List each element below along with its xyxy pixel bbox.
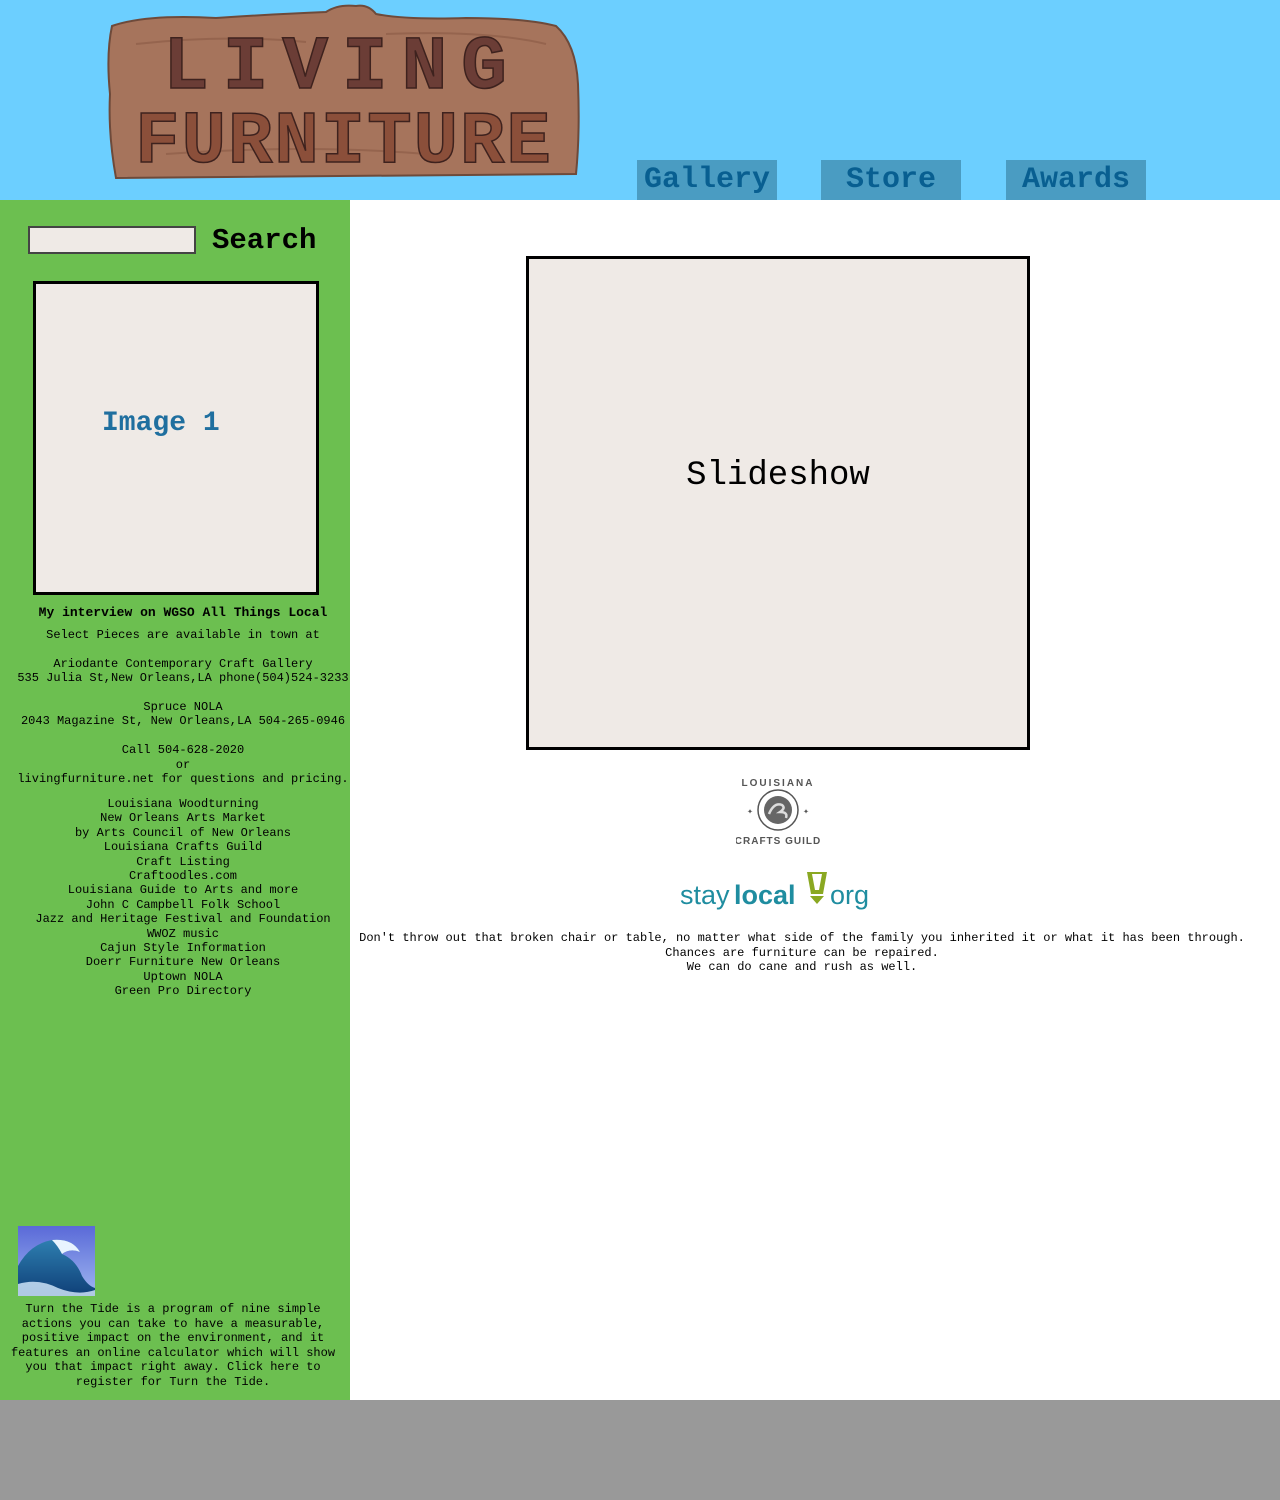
sidebar: Search Image 1 My interview on WGSO All …	[0, 200, 350, 1400]
sidebar-link[interactable]: Uptown NOLA	[0, 970, 366, 984]
slideshow-label: Slideshow	[686, 457, 870, 495]
repair-message: Don't throw out that broken chair or tab…	[350, 931, 1254, 975]
retail-info: Select Pieces are available in town at A…	[0, 628, 366, 786]
sidebar-link[interactable]: Louisiana Woodturning	[0, 797, 366, 811]
search-input[interactable]	[28, 226, 196, 254]
image-placeholder[interactable]: Image 1	[33, 281, 319, 595]
svg-text:✦: ✦	[747, 807, 753, 818]
staylocal-part3: org	[830, 880, 869, 910]
or-line: or	[175, 757, 191, 772]
website-line[interactable]: livingfurniture.net for questions and pr…	[0, 772, 366, 786]
spruce-name[interactable]: Spruce NOLA	[0, 700, 366, 714]
repair-line: Don't throw out that broken chair or tab…	[359, 931, 1245, 945]
repair-line: We can do cane and rush as well.	[686, 960, 918, 975]
sidebar-link[interactable]: Jazz and Heritage Festival and Foundatio…	[0, 912, 366, 926]
info-line-blank	[0, 686, 366, 700]
sidebar-link[interactable]: New Orleans Arts Market	[0, 811, 366, 825]
sidebar-link[interactable]: Doerr Furniture New Orleans	[0, 955, 366, 969]
guild-logo-bottom: CRAFTS GUILD	[736, 836, 820, 847]
gallery-name[interactable]: Ariodante Contemporary Craft Gallery	[0, 657, 366, 671]
sidebar-link[interactable]: Cajun Style Information	[0, 941, 366, 955]
staylocal-part1: stay	[680, 880, 730, 910]
turn-the-tide-text[interactable]: Turn the Tide is a program of nine simpl…	[10, 1302, 336, 1389]
spruce-address: 2043 Magazine St, New Orleans,LA 504-265…	[20, 714, 346, 729]
interview-link[interactable]: My interview on WGSO All Things Local	[0, 605, 366, 620]
staylocal-part2: local	[734, 880, 796, 910]
sidebar-link[interactable]: WWOZ music	[0, 927, 366, 941]
nav-store-button[interactable]: Store	[821, 160, 961, 200]
sidebar-link[interactable]: Craft Listing	[0, 855, 366, 869]
nav-awards-button[interactable]: Awards	[1006, 160, 1146, 200]
sidebar-link[interactable]: Green Pro Directory	[0, 984, 366, 998]
gallery-address: 535 Julia St,New Orleans,LA phone(504)52…	[17, 671, 349, 686]
wave-image[interactable]	[18, 1226, 95, 1296]
living-furniture-logo[interactable]: LIVING FURNITURE	[106, 4, 580, 182]
logo-line2: FURNITURE	[135, 101, 553, 182]
page-footer	[0, 1400, 1280, 1500]
logo-line1: LIVING	[163, 25, 521, 111]
staylocal-logo[interactable]: stay local org	[680, 870, 876, 914]
slideshow[interactable]: Slideshow	[526, 256, 1030, 750]
nav-gallery-button[interactable]: Gallery	[637, 160, 777, 200]
links-list: Louisiana Woodturning New Orleans Arts M…	[0, 797, 366, 999]
search-button[interactable]: Search	[212, 224, 316, 257]
repair-line: Chances are furniture can be repaired.	[665, 945, 939, 960]
main-content: Slideshow LOUISIANA CRAFTS GUILD ✦ ✦ sta…	[350, 200, 1280, 1400]
info-line-blank	[0, 642, 366, 656]
phone-line: Call 504-628-2020	[121, 743, 245, 758]
info-line-blank	[0, 729, 366, 743]
sidebar-link[interactable]: John C Campbell Folk School	[0, 898, 366, 912]
info-line: Select Pieces are available in town at	[46, 628, 320, 642]
sidebar-link[interactable]: Louisiana Crafts Guild	[0, 840, 366, 854]
image-label: Image 1	[102, 408, 220, 439]
sidebar-link[interactable]: Louisiana Guide to Arts and more	[0, 883, 366, 897]
svg-text:✦: ✦	[803, 807, 809, 818]
site-header: LIVING FURNITURE Gallery Store Awards	[0, 0, 1280, 200]
louisiana-crafts-guild-logo[interactable]: LOUISIANA CRAFTS GUILD ✦ ✦	[736, 772, 820, 848]
guild-logo-top: LOUISIANA	[742, 778, 815, 789]
sidebar-link[interactable]: by Arts Council of New Orleans	[0, 826, 366, 840]
sidebar-link[interactable]: Craftoodles.com	[0, 869, 366, 883]
